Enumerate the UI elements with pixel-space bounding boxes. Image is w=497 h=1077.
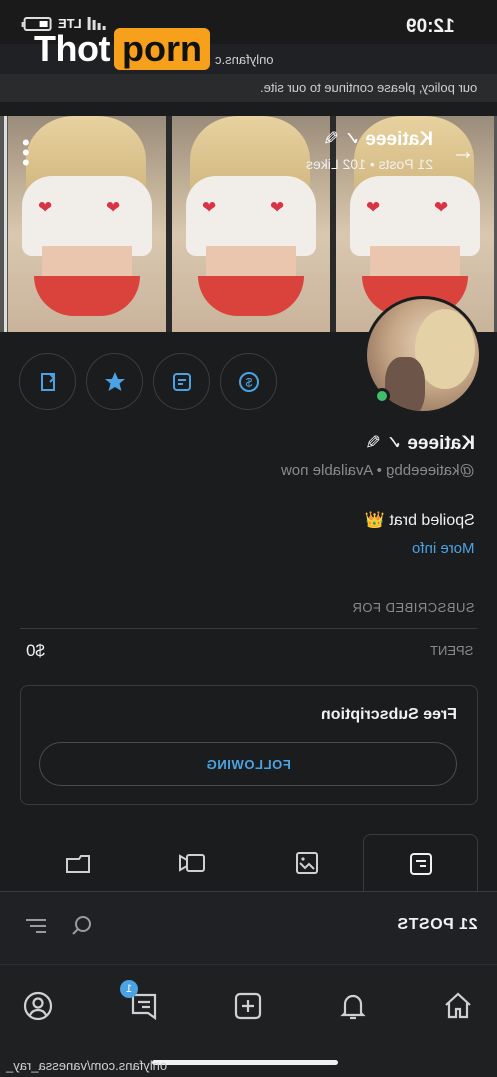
tab-videos[interactable] — [134, 834, 249, 892]
header-photo: ❤ ❤ — [172, 116, 330, 332]
more-info-link[interactable]: More info — [412, 540, 475, 557]
profile-bio: Spoiled brat 👑 — [365, 512, 475, 529]
tab-photos[interactable] — [249, 834, 364, 892]
source-credit: onlyfans.com/vanessa_ray_ — [6, 1058, 168, 1073]
dollar-icon: $ — [238, 371, 259, 392]
share-icon — [40, 372, 55, 391]
divider — [20, 628, 477, 629]
folder-icon — [65, 855, 90, 873]
share-button[interactable] — [19, 353, 76, 410]
following-label: FOLLOWING — [205, 756, 291, 772]
subscription-card: Free Subscription FOLLOWING — [20, 685, 478, 805]
following-button[interactable]: FOLLOWING — [39, 742, 457, 786]
spent-value: $0 — [26, 641, 45, 660]
posts-count: 21 POSTS — [396, 916, 477, 933]
header-name: Katieee ✓ ✎ — [322, 129, 433, 150]
profile-handle: @katieeebbg • Available now — [281, 462, 475, 479]
video-icon — [178, 854, 205, 872]
watermark-logo: Thot porn — [34, 28, 210, 70]
svg-text:$: $ — [245, 375, 252, 389]
nav-home[interactable] — [441, 989, 475, 1023]
free-subscription-title: Free Subscription — [320, 706, 457, 723]
policy-banner: our policy, please continue to our site. — [0, 74, 497, 102]
nav-new-post[interactable] — [231, 989, 265, 1023]
home-indicator[interactable] — [152, 1060, 338, 1065]
tab-posts[interactable] — [363, 834, 478, 892]
message-icon — [172, 372, 191, 391]
spent-label: SPENT — [429, 643, 473, 658]
bell-icon — [340, 994, 366, 1020]
more-options-icon[interactable]: • • • — [22, 132, 30, 174]
profile-name-text: Katieee — [407, 433, 475, 454]
profile-icon — [23, 991, 53, 1021]
tab-archive[interactable] — [20, 834, 135, 892]
tip-button[interactable]: $ — [220, 353, 277, 410]
profile-name: Katieee ✓ ✎ — [364, 433, 475, 454]
home-icon — [445, 992, 471, 1019]
online-status-icon — [374, 388, 390, 404]
header-name-text: Katieee — [365, 129, 433, 150]
url-text: onlyfans.c — [215, 52, 274, 67]
posts-toolbar: 21 POSTS — [0, 892, 497, 964]
image-icon — [295, 852, 318, 874]
policy-text: our policy, please continue to our site. — [259, 80, 477, 95]
search-icon[interactable] — [70, 914, 94, 938]
add-icon — [234, 992, 262, 1020]
messages-badge: 1 — [120, 980, 138, 998]
favorite-button[interactable] — [86, 353, 143, 410]
watermark-part1: Thot — [34, 28, 110, 69]
scroll-indicator — [4, 116, 7, 332]
messages-badge-count: 1 — [125, 983, 133, 995]
message-button[interactable] — [153, 353, 210, 410]
star-icon — [104, 371, 125, 391]
nav-profile[interactable] — [21, 989, 55, 1023]
posts-icon — [409, 852, 432, 875]
back-arrow-icon[interactable]: → — [451, 138, 475, 166]
subscribed-for-label: SUBSCRIBED FOR — [352, 600, 475, 615]
screen: 12:09 LTE Thot porn onlyfans.c our polic… — [0, 0, 497, 1077]
filter-icon[interactable] — [24, 914, 48, 938]
header-photo: ❤ ❤ — [8, 116, 166, 332]
watermark-part2: porn — [113, 28, 210, 70]
content-tabs — [0, 834, 497, 892]
nav-notifications[interactable] — [336, 989, 370, 1023]
header-stats: 21 Posts • 102 Likes — [305, 156, 433, 172]
status-time: 12:09 — [406, 16, 455, 37]
